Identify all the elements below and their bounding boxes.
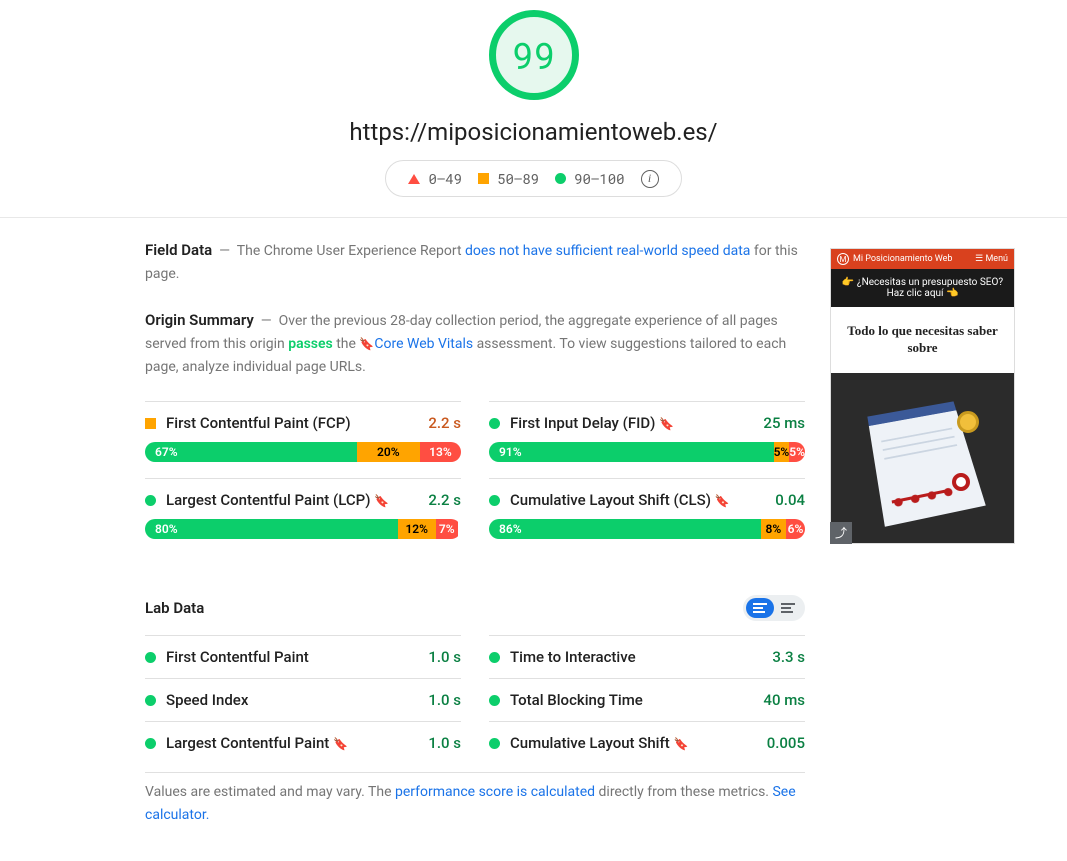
metric-value: 0.04 bbox=[775, 491, 805, 509]
thumbnail-hero-text: Todo lo que necesitas saber sobre bbox=[831, 307, 1014, 373]
status-dot-green-icon bbox=[145, 652, 156, 663]
status-dot-green-icon bbox=[489, 695, 500, 706]
performance-score: 99 bbox=[512, 31, 555, 79]
lab-footnote: Values are estimated and may vary. The p… bbox=[145, 772, 805, 826]
brand-logo-icon: M bbox=[837, 253, 849, 265]
lab-metric-value: 1.0 s bbox=[428, 691, 461, 709]
bookmark-icon: 🔖 bbox=[359, 337, 374, 351]
origin-summary-title: Origin Summary bbox=[145, 311, 254, 329]
legend-low: 0–49 bbox=[408, 169, 462, 188]
lab-metric-name: Largest Contentful Paint 🔖 bbox=[166, 734, 348, 752]
bookmark-icon: 🔖 bbox=[374, 494, 389, 508]
dist-poor: 5% bbox=[789, 442, 805, 462]
distribution-bar: 86%8%6% bbox=[489, 519, 805, 539]
status-dot-green-icon bbox=[489, 418, 500, 429]
status-dot-green-icon bbox=[489, 652, 500, 663]
metric-name: Cumulative Layout Shift (CLS) 🔖 bbox=[510, 491, 730, 509]
bookmark-icon: 🔖 bbox=[674, 737, 689, 751]
magnifier-icon bbox=[957, 411, 979, 433]
target-icon bbox=[952, 473, 970, 491]
dist-needs-improvement: 20% bbox=[357, 442, 420, 462]
dist-needs-improvement: 5% bbox=[774, 442, 790, 462]
view-toggle-compact[interactable] bbox=[774, 598, 802, 618]
crux-insufficient-link[interactable]: does not have sufficient real-world spee… bbox=[465, 243, 750, 259]
field-data-section: Field Data — The Chrome User Experience … bbox=[145, 238, 805, 286]
dist-good: 86% bbox=[489, 519, 761, 539]
core-web-vitals-link[interactable]: Core Web Vitals bbox=[374, 336, 473, 352]
lab-metric-row[interactable]: Largest Contentful Paint 🔖 1.0 s bbox=[145, 721, 461, 764]
origin-summary-section: Origin Summary — Over the previous 28-da… bbox=[145, 308, 805, 379]
dist-poor: 6% bbox=[786, 519, 805, 539]
lab-metric-name: Total Blocking Time bbox=[510, 691, 643, 709]
metric-name: Largest Contentful Paint (LCP) 🔖 bbox=[166, 491, 389, 509]
lab-metric-value: 40 ms bbox=[763, 691, 805, 709]
metric-name: First Input Delay (FID) 🔖 bbox=[510, 414, 674, 432]
metric-card[interactable]: Largest Contentful Paint (LCP) 🔖 2.2 s 80%… bbox=[145, 478, 461, 555]
dot-green-icon bbox=[555, 173, 566, 184]
metric-value: 25 ms bbox=[763, 414, 805, 432]
lab-data-title: Lab Data bbox=[145, 599, 204, 617]
square-orange-icon bbox=[478, 173, 489, 184]
lab-metric-row[interactable]: Time to Interactive 3.3 s bbox=[489, 635, 805, 678]
tested-url: https://miposicionamientoweb.es/ bbox=[349, 118, 717, 146]
lab-metric-value: 1.0 s bbox=[428, 648, 461, 666]
metric-value: 2.2 s bbox=[428, 491, 461, 509]
bookmark-icon: 🔖 bbox=[715, 494, 730, 508]
dist-poor: 13% bbox=[420, 442, 461, 462]
dist-good: 80% bbox=[145, 519, 398, 539]
dist-good: 91% bbox=[489, 442, 774, 462]
metric-value: 2.2 s bbox=[428, 414, 461, 432]
metric-card[interactable]: Cumulative Layout Shift (CLS) 🔖 0.04 86%8%… bbox=[489, 478, 805, 555]
status-dot-green-icon bbox=[145, 695, 156, 706]
lab-metric-row[interactable]: Total Blocking Time 40 ms bbox=[489, 678, 805, 721]
status-square-orange-icon bbox=[145, 418, 156, 429]
lab-metric-value: 0.005 bbox=[767, 734, 805, 752]
performance-score-gauge: 99 bbox=[489, 10, 579, 100]
view-toggle-expanded[interactable] bbox=[746, 598, 774, 618]
status-dot-green-icon bbox=[145, 738, 156, 749]
bookmark-icon: 🔖 bbox=[333, 737, 348, 751]
info-icon[interactable]: i bbox=[641, 170, 659, 188]
lab-metric-name: Cumulative Layout Shift 🔖 bbox=[510, 734, 688, 752]
dist-needs-improvement: 12% bbox=[398, 519, 436, 539]
distribution-bar: 80%12%7% bbox=[145, 519, 461, 539]
thumbnail-banner: 👉 ¿Necesitas un presupuesto SEO? Haz cli… bbox=[831, 269, 1014, 307]
lab-metric-name: First Contentful Paint bbox=[166, 648, 309, 666]
dist-needs-improvement: 8% bbox=[761, 519, 786, 539]
triangle-red-icon bbox=[408, 174, 420, 184]
metric-name: First Contentful Paint (FCP) bbox=[166, 414, 351, 432]
lab-metric-row[interactable]: Speed Index 1.0 s bbox=[145, 678, 461, 721]
status-dot-green-icon bbox=[489, 495, 500, 506]
score-calc-link[interactable]: performance score is calculated bbox=[395, 784, 595, 800]
distribution-bar: 91%5%5% bbox=[489, 442, 805, 462]
thumbnail-graphic: ⤴ bbox=[831, 373, 1014, 543]
share-icon: ⤴ bbox=[830, 522, 852, 544]
status-dot-green-icon bbox=[489, 738, 500, 749]
view-toggle bbox=[743, 595, 805, 621]
lab-metric-name: Speed Index bbox=[166, 691, 248, 709]
lab-metric-row[interactable]: First Contentful Paint 1.0 s bbox=[145, 635, 461, 678]
dist-poor: 7% bbox=[436, 519, 458, 539]
lab-metric-value: 3.3 s bbox=[772, 648, 805, 666]
dist-good: 67% bbox=[145, 442, 357, 462]
lab-metric-row[interactable]: Cumulative Layout Shift 🔖 0.005 bbox=[489, 721, 805, 764]
legend-mid: 50–89 bbox=[478, 169, 539, 188]
field-data-title: Field Data bbox=[145, 241, 212, 259]
metric-card[interactable]: First Contentful Paint (FCP) 2.2 s 67%20%1… bbox=[145, 401, 461, 478]
legend-high: 90–100 bbox=[555, 169, 624, 188]
thumbnail-menu-label: ☰ Menú bbox=[975, 254, 1008, 264]
page-screenshot-thumbnail: MMi Posicionamiento Web ☰ Menú 👉 ¿Necesi… bbox=[830, 248, 1015, 544]
status-dot-green-icon bbox=[145, 495, 156, 506]
lab-metric-value: 1.0 s bbox=[428, 734, 461, 752]
lab-metric-name: Time to Interactive bbox=[510, 648, 636, 666]
bookmark-icon: 🔖 bbox=[659, 417, 674, 431]
metric-card[interactable]: First Input Delay (FID) 🔖25 ms91%5%5% bbox=[489, 401, 805, 478]
distribution-bar: 67%20%13% bbox=[145, 442, 461, 462]
score-legend: 0–49 50–89 90–100 i bbox=[385, 160, 681, 197]
